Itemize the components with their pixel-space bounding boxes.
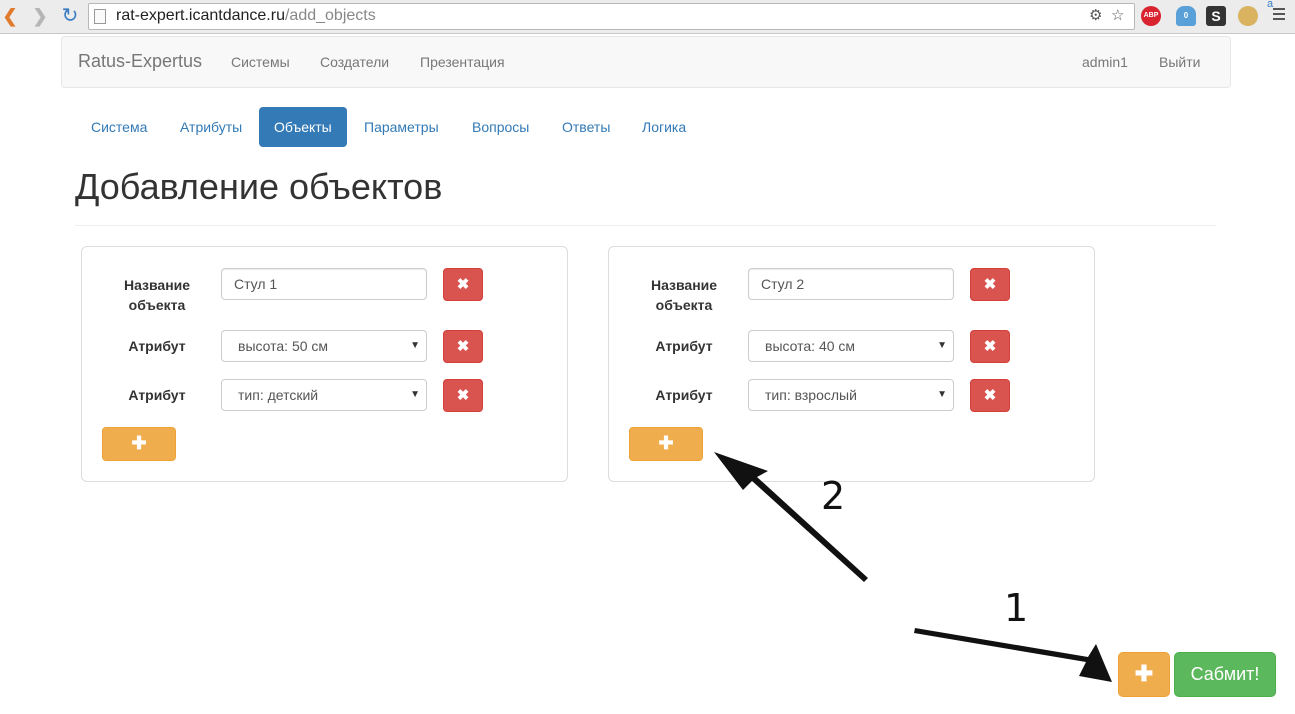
annotation-number-2: 2	[821, 474, 846, 518]
annotation-number-1: 1	[1004, 586, 1029, 630]
annotation-arrow-1	[914, 628, 1112, 682]
annotation-arrows	[714, 452, 1112, 682]
